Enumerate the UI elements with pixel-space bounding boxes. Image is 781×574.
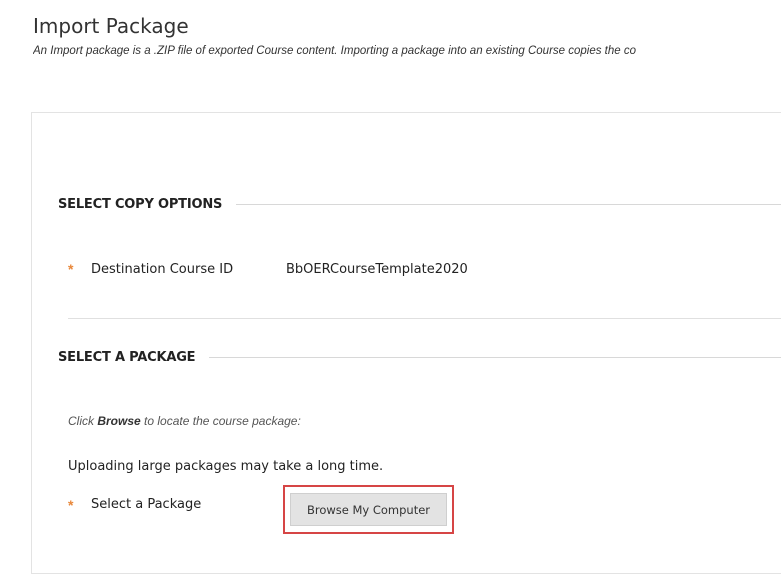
browse-highlight-box: Browse My Computer [283,485,454,534]
section-title-copy-options: SELECT COPY OPTIONS [58,196,223,212]
hint-browse-word: Browse [97,414,141,428]
select-package-label: Select a Package [91,497,202,512]
destination-course-label: Destination Course ID [91,262,234,277]
browse-my-computer-button[interactable]: Browse My Computer [290,493,447,526]
destination-course-value: BbOERCourseTemplate2020 [286,262,468,277]
required-asterisk-icon: * [68,497,74,513]
hint-suffix: to locate the course package: [140,414,301,428]
section-divider [68,318,781,319]
section-rule [209,356,781,358]
section-title-package: SELECT A PACKAGE [58,349,196,365]
page-description: An Import package is a .ZIP file of expo… [33,45,637,57]
required-asterisk-icon: * [68,261,74,277]
section-header-package: SELECT A PACKAGE [58,348,781,366]
section-rule [236,203,781,205]
hint-prefix: Click [68,414,98,428]
section-header-copy-options: SELECT COPY OPTIONS [58,195,781,213]
upload-note: Uploading large packages may take a long… [68,459,384,474]
page-title: Import Package [33,14,189,38]
browse-hint: Click Browse to locate the course packag… [68,414,301,428]
